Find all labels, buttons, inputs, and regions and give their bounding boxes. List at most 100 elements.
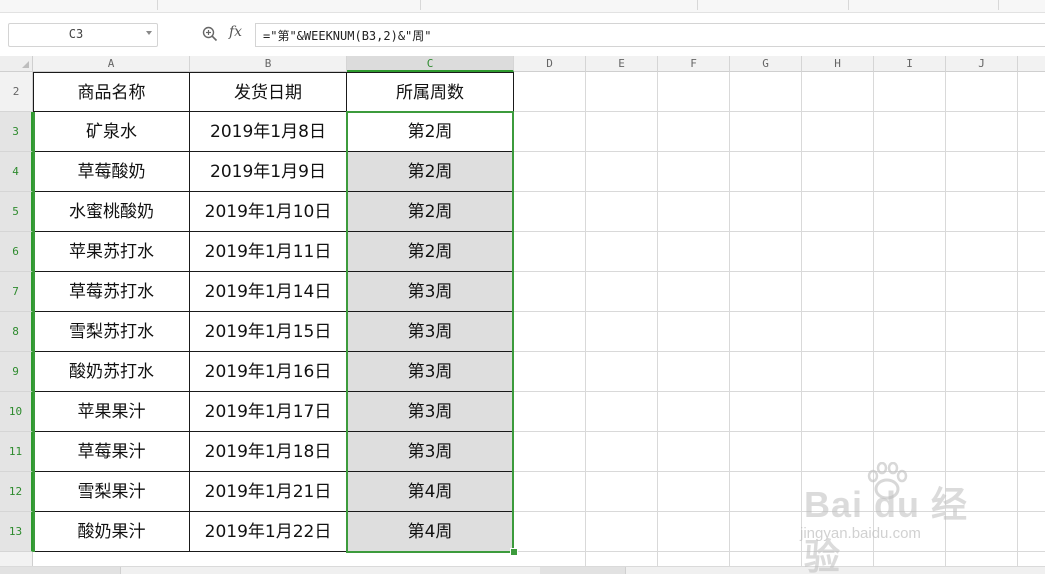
empty-cell[interactable] [730, 192, 802, 232]
row-header-7[interactable]: 7 [0, 272, 33, 312]
row-header-5[interactable]: 5 [0, 192, 33, 232]
column-header-a[interactable]: A [33, 56, 190, 72]
empty-cell[interactable] [586, 352, 658, 392]
week-number-cell[interactable]: 第3周 [347, 432, 514, 472]
empty-cell[interactable] [946, 232, 1018, 272]
empty-cell[interactable] [874, 432, 946, 472]
row-header-3[interactable]: 3 [0, 112, 33, 152]
empty-cell[interactable] [586, 72, 658, 112]
empty-cell[interactable] [874, 112, 946, 152]
product-name-cell[interactable]: 草莓果汁 [33, 432, 190, 472]
column-header-h[interactable]: H [802, 56, 874, 72]
empty-cell[interactable] [514, 192, 586, 232]
empty-cell[interactable] [514, 472, 586, 512]
row-header-8[interactable]: 8 [0, 312, 33, 352]
ship-date-cell[interactable]: 2019年1月22日 [190, 512, 347, 552]
empty-cell[interactable] [874, 512, 946, 552]
empty-cell[interactable] [802, 472, 874, 512]
fx-icon[interactable]: fx [229, 24, 242, 40]
ship-date-cell[interactable]: 2019年1月8日 [190, 112, 347, 152]
empty-cell[interactable] [730, 352, 802, 392]
row-header-9[interactable]: 9 [0, 352, 33, 392]
empty-cell[interactable] [730, 232, 802, 272]
empty-cell[interactable] [514, 272, 586, 312]
product-name-cell[interactable]: 草莓酸奶 [33, 152, 190, 192]
empty-cell[interactable] [802, 392, 874, 432]
empty-cell[interactable] [514, 232, 586, 272]
row-header-10[interactable]: 10 [0, 392, 33, 432]
row-header-2[interactable]: 2 [0, 72, 33, 112]
column-header-i[interactable]: I [874, 56, 946, 72]
column-header-d[interactable]: D [514, 56, 586, 72]
empty-cell[interactable] [946, 152, 1018, 192]
empty-cell[interactable] [874, 472, 946, 512]
ship-date-cell[interactable]: 2019年1月14日 [190, 272, 347, 312]
empty-cell[interactable] [802, 152, 874, 192]
empty-cell[interactable] [946, 432, 1018, 472]
column-header-f[interactable]: F [658, 56, 730, 72]
empty-cell[interactable] [874, 352, 946, 392]
row-header-6[interactable]: 6 [0, 232, 33, 272]
table-header-cell[interactable]: 所属周数 [347, 72, 514, 112]
column-header-b[interactable]: B [190, 56, 347, 72]
empty-cell[interactable] [658, 312, 730, 352]
fill-handle[interactable] [510, 548, 518, 556]
empty-cell[interactable] [874, 392, 946, 432]
product-name-cell[interactable]: 草莓苏打水 [33, 272, 190, 312]
empty-cell[interactable] [1018, 192, 1045, 232]
empty-cell[interactable] [874, 192, 946, 232]
empty-cell[interactable] [802, 352, 874, 392]
empty-cell[interactable] [730, 512, 802, 552]
empty-cell[interactable] [874, 72, 946, 112]
ship-date-cell[interactable]: 2019年1月15日 [190, 312, 347, 352]
empty-cell[interactable] [874, 232, 946, 272]
ship-date-cell[interactable]: 2019年1月21日 [190, 472, 347, 512]
empty-cell[interactable] [946, 112, 1018, 152]
empty-cell[interactable] [658, 392, 730, 432]
product-name-cell[interactable]: 水蜜桃酸奶 [33, 192, 190, 232]
product-name-cell[interactable]: 酸奶果汁 [33, 512, 190, 552]
ship-date-cell[interactable]: 2019年1月16日 [190, 352, 347, 392]
week-number-cell[interactable]: 第3周 [347, 272, 514, 312]
column-header-c[interactable]: C [347, 56, 514, 72]
empty-cell[interactable] [1018, 312, 1045, 352]
empty-cell[interactable] [1018, 432, 1045, 472]
empty-cell[interactable] [730, 272, 802, 312]
formula-input[interactable]: ="第"&WEEKNUM(B3,2)&"周" [255, 23, 1045, 47]
empty-cell[interactable] [730, 472, 802, 512]
empty-cell[interactable] [730, 392, 802, 432]
week-number-cell[interactable]: 第4周 [347, 472, 514, 512]
empty-cell[interactable] [802, 112, 874, 152]
week-number-cell[interactable]: 第3周 [347, 392, 514, 432]
week-number-cell[interactable]: 第4周 [347, 512, 514, 552]
empty-cell[interactable] [946, 392, 1018, 432]
empty-cell[interactable] [658, 272, 730, 312]
table-header-cell[interactable]: 商品名称 [33, 72, 190, 112]
empty-cell[interactable] [1018, 232, 1045, 272]
empty-cell[interactable] [802, 72, 874, 112]
empty-cell[interactable] [1018, 112, 1045, 152]
empty-cell[interactable] [730, 312, 802, 352]
empty-cell[interactable] [658, 112, 730, 152]
empty-cell[interactable] [730, 432, 802, 472]
table-header-cell[interactable]: 发货日期 [190, 72, 347, 112]
empty-cell[interactable] [730, 112, 802, 152]
empty-cell[interactable] [874, 272, 946, 312]
week-number-cell[interactable]: 第2周 [347, 232, 514, 272]
empty-cell[interactable] [586, 512, 658, 552]
column-header-g[interactable]: G [730, 56, 802, 72]
empty-cell[interactable] [946, 72, 1018, 112]
column-header-j[interactable]: J [946, 56, 1018, 72]
row-header-12[interactable]: 12 [0, 472, 33, 512]
product-name-cell[interactable]: 雪梨果汁 [33, 472, 190, 512]
ship-date-cell[interactable]: 2019年1月11日 [190, 232, 347, 272]
row-header-4[interactable]: 4 [0, 152, 33, 192]
product-name-cell[interactable]: 苹果苏打水 [33, 232, 190, 272]
empty-cell[interactable] [514, 72, 586, 112]
empty-cell[interactable] [802, 512, 874, 552]
select-all-corner[interactable] [0, 56, 33, 72]
product-name-cell[interactable]: 酸奶苏打水 [33, 352, 190, 392]
empty-cell[interactable] [514, 152, 586, 192]
empty-cell[interactable] [874, 152, 946, 192]
spreadsheet-grid[interactable]: ABCDEFGHIJ234567891011121314商品名称发货日期所属周数… [0, 56, 1045, 573]
